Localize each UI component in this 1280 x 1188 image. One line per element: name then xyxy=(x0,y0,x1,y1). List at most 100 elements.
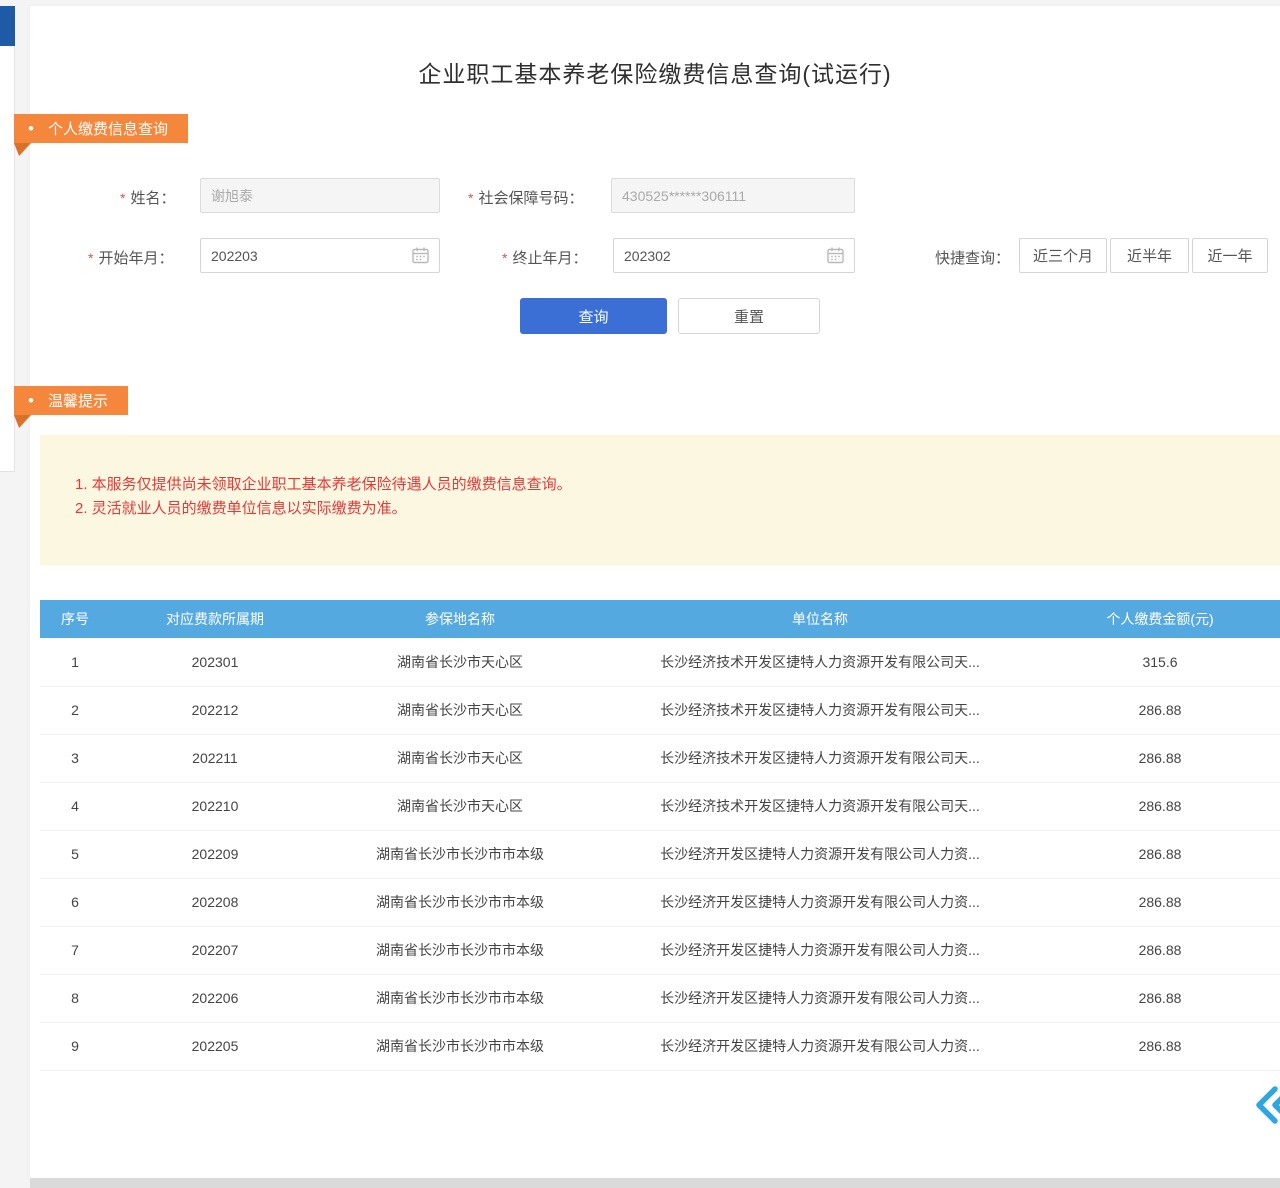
required-asterisk: * xyxy=(502,250,507,266)
end-date-label: *终止年月： xyxy=(502,247,587,268)
table-cell: 286.88 xyxy=(1040,734,1280,782)
table-cell: 286.88 xyxy=(1040,830,1280,878)
calendar-icon xyxy=(411,246,430,265)
table-cell: 202205 xyxy=(110,1022,320,1070)
table-cell: 286.88 xyxy=(1040,926,1280,974)
quick-query-3months-button[interactable]: 近三个月 xyxy=(1019,238,1107,273)
bullet-icon: • xyxy=(28,119,34,139)
name-input xyxy=(200,178,440,213)
table-body: 1202301湖南省长沙市天心区长沙经济技术开发区捷特人力资源开发有限公司天..… xyxy=(40,638,1280,1070)
collapsed-nav-tab[interactable] xyxy=(0,6,15,46)
tips-notice-box: 1. 本服务仅提供尚未领取企业职工基本养老保险待遇人员的缴费信息查询。 2. 灵… xyxy=(40,435,1280,565)
table-cell: 8 xyxy=(40,974,110,1022)
end-date-input[interactable] xyxy=(613,238,855,273)
required-asterisk: * xyxy=(120,190,125,206)
table-cell: 长沙经济开发区捷特人力资源开发有限公司人力资... xyxy=(600,878,1040,926)
name-label: *姓名： xyxy=(120,187,175,208)
page: 企业职工基本养老保险缴费信息查询(试运行) • 个人缴费信息查询 *姓名： *社… xyxy=(0,0,1280,1188)
table-cell: 202210 xyxy=(110,782,320,830)
table-row: 7202207湖南省长沙市长沙市市本级长沙经济开发区捷特人力资源开发有限公司人力… xyxy=(40,926,1280,974)
table-cell: 202206 xyxy=(110,974,320,1022)
header-period: 对应费款所属期 xyxy=(110,600,320,638)
table-cell: 湖南省长沙市长沙市市本级 xyxy=(320,974,600,1022)
section-badge-tips: • 温馨提示 xyxy=(14,386,128,415)
table-row: 1202301湖南省长沙市天心区长沙经济技术开发区捷特人力资源开发有限公司天..… xyxy=(40,638,1280,686)
bullet-icon: • xyxy=(28,391,34,411)
table-cell: 7 xyxy=(40,926,110,974)
table-cell: 湖南省长沙市天心区 xyxy=(320,638,600,686)
table-cell: 286.88 xyxy=(1040,686,1280,734)
required-asterisk: * xyxy=(88,250,93,266)
double-chevron-left-icon xyxy=(1254,1084,1280,1126)
table-cell: 202207 xyxy=(110,926,320,974)
table-cell: 6 xyxy=(40,878,110,926)
table-cell: 湖南省长沙市长沙市市本级 xyxy=(320,1022,600,1070)
table-cell: 202208 xyxy=(110,878,320,926)
table-cell: 长沙经济开发区捷特人力资源开发有限公司人力资... xyxy=(600,974,1040,1022)
table-row: 2202212湖南省长沙市天心区长沙经济技术开发区捷特人力资源开发有限公司天..… xyxy=(40,686,1280,734)
table-cell: 湖南省长沙市天心区 xyxy=(320,782,600,830)
start-date-input[interactable] xyxy=(200,238,440,273)
reset-button[interactable]: 重置 xyxy=(678,298,820,334)
start-date-label: *开始年月： xyxy=(88,247,173,268)
table-cell: 湖南省长沙市天心区 xyxy=(320,686,600,734)
table-cell: 2 xyxy=(40,686,110,734)
table-cell: 315.6 xyxy=(1040,638,1280,686)
collapsed-side-panel xyxy=(0,6,15,472)
quick-query-halfyear-button[interactable]: 近半年 xyxy=(1110,238,1189,273)
badge-fold-decoration xyxy=(14,143,31,156)
tip-line: 1. 本服务仅提供尚未领取企业职工基本养老保险待遇人员的缴费信息查询。 xyxy=(75,473,572,497)
ssn-input xyxy=(611,178,855,213)
table-cell: 长沙经济开发区捷特人力资源开发有限公司人力资... xyxy=(600,926,1040,974)
required-asterisk: * xyxy=(468,190,473,206)
table-cell: 湖南省长沙市长沙市市本级 xyxy=(320,878,600,926)
page-title: 企业职工基本养老保险缴费信息查询(试运行) xyxy=(30,55,1280,89)
table-row: 5202209湖南省长沙市长沙市市本级长沙经济开发区捷特人力资源开发有限公司人力… xyxy=(40,830,1280,878)
table-row: 9202205湖南省长沙市长沙市市本级长沙经济开发区捷特人力资源开发有限公司人力… xyxy=(40,1022,1280,1070)
tip-line: 2. 灵活就业人员的缴费单位信息以实际缴费为准。 xyxy=(75,497,572,521)
table-row: 6202208湖南省长沙市长沙市市本级长沙经济开发区捷特人力资源开发有限公司人力… xyxy=(40,878,1280,926)
table-cell: 286.88 xyxy=(1040,1022,1280,1070)
query-button[interactable]: 查询 xyxy=(520,298,667,334)
collapse-panel-button[interactable] xyxy=(1254,1084,1280,1126)
table-cell: 湖南省长沙市长沙市市本级 xyxy=(320,830,600,878)
table-cell: 286.88 xyxy=(1040,782,1280,830)
table-cell: 5 xyxy=(40,830,110,878)
table-cell: 长沙经济开发区捷特人力资源开发有限公司人力资... xyxy=(600,1022,1040,1070)
calendar-icon xyxy=(826,246,845,265)
header-amount: 个人缴费金额(元) xyxy=(1040,600,1280,638)
table-cell: 202209 xyxy=(110,830,320,878)
section-badge-personal-query: • 个人缴费信息查询 xyxy=(14,114,188,143)
table-cell: 1 xyxy=(40,638,110,686)
table-cell: 长沙经济技术开发区捷特人力资源开发有限公司天... xyxy=(600,782,1040,830)
header-insured-place: 参保地名称 xyxy=(320,600,600,638)
horizontal-scrollbar[interactable] xyxy=(30,1178,1280,1188)
table-cell: 202301 xyxy=(110,638,320,686)
end-date-calendar-icon[interactable] xyxy=(823,243,847,267)
table-row: 3202211湖南省长沙市天心区长沙经济技术开发区捷特人力资源开发有限公司天..… xyxy=(40,734,1280,782)
table-header: 序号 对应费款所属期 参保地名称 单位名称 个人缴费金额(元) xyxy=(40,600,1280,638)
header-index: 序号 xyxy=(40,600,110,638)
quick-query-label: 快捷查询： xyxy=(935,247,1010,268)
header-employer: 单位名称 xyxy=(600,600,1040,638)
table-cell: 湖南省长沙市天心区 xyxy=(320,734,600,782)
badge-fold-decoration xyxy=(14,415,31,428)
table-cell: 长沙经济技术开发区捷特人力资源开发有限公司天... xyxy=(600,734,1040,782)
table-cell: 9 xyxy=(40,1022,110,1070)
table-cell: 202212 xyxy=(110,686,320,734)
section-badge-label: 个人缴费信息查询 xyxy=(48,118,168,139)
quick-query-1year-button[interactable]: 近一年 xyxy=(1192,238,1268,273)
payment-results-table: 序号 对应费款所属期 参保地名称 单位名称 个人缴费金额(元) 1202301湖… xyxy=(40,600,1280,1071)
table-cell: 长沙经济技术开发区捷特人力资源开发有限公司天... xyxy=(600,686,1040,734)
table-cell: 4 xyxy=(40,782,110,830)
table-cell: 湖南省长沙市长沙市市本级 xyxy=(320,926,600,974)
table-cell: 202211 xyxy=(110,734,320,782)
start-date-calendar-icon[interactable] xyxy=(408,243,432,267)
ssn-label: *社会保障号码： xyxy=(468,187,583,208)
table-cell: 长沙经济技术开发区捷特人力资源开发有限公司天... xyxy=(600,638,1040,686)
table-cell: 3 xyxy=(40,734,110,782)
table-cell: 长沙经济开发区捷特人力资源开发有限公司人力资... xyxy=(600,830,1040,878)
table-cell: 286.88 xyxy=(1040,974,1280,1022)
table-row: 8202206湖南省长沙市长沙市市本级长沙经济开发区捷特人力资源开发有限公司人力… xyxy=(40,974,1280,1022)
table-row: 4202210湖南省长沙市天心区长沙经济技术开发区捷特人力资源开发有限公司天..… xyxy=(40,782,1280,830)
